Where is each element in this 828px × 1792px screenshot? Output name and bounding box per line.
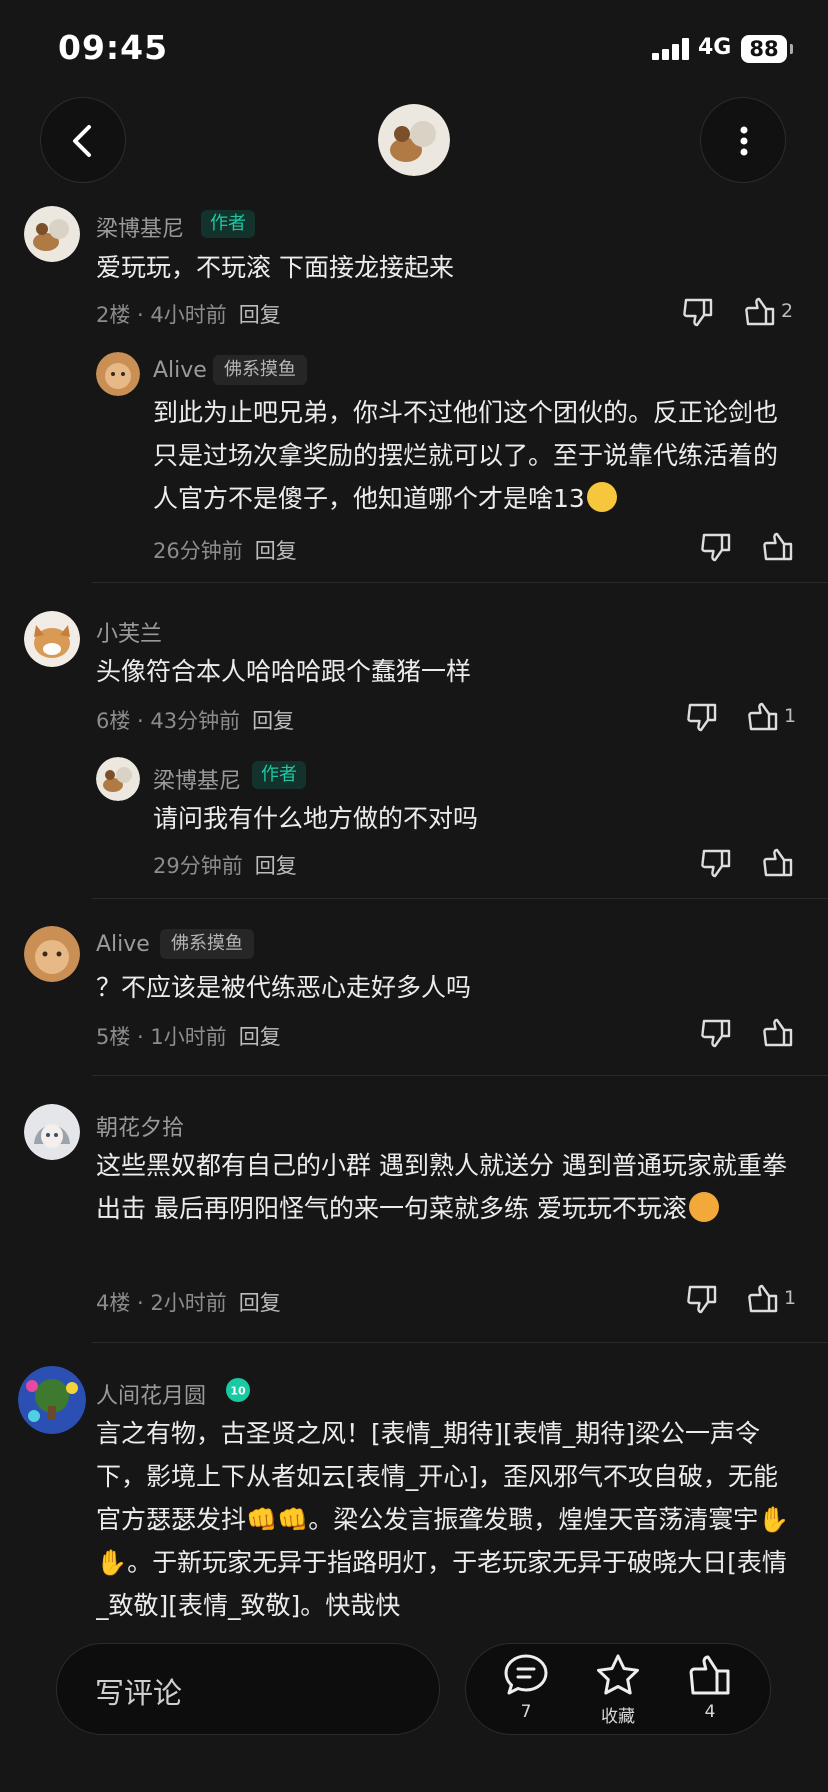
commenter-name[interactable]: 梁博基尼 [96,211,184,243]
status-bar: 09:45 4G 88 [0,0,828,90]
commenter-name[interactable]: 小芙兰 [96,616,162,648]
thumb-up-icon[interactable] [760,1015,796,1051]
comment-text: 这些黑奴都有自己的小群 遇到熟人就送分 遇到普通玩家就重拳出击 最后再阴阳怪气的… [96,1151,787,1223]
comment-text: ？不应该是被代练恶心走好多人吗 [96,973,472,1002]
like-count: 4 [704,1702,716,1722]
thumb-down-icon[interactable] [684,1281,720,1317]
status-time: 09:45 [58,28,169,67]
comment-count: 7 [520,1702,532,1722]
floor-number: 4楼 [96,1291,131,1315]
comment-text: 爱玩玩，不玩滚 下面接龙接起来 [96,253,454,282]
comment-time: 43分钟前 [150,709,241,733]
avatar[interactable] [24,926,80,982]
divider [92,898,828,899]
signal-icon [652,38,690,60]
divider [92,1342,828,1343]
reply-meta: 26分钟前 回复 [153,535,297,565]
comment-time: 4小时前 [150,303,227,327]
reply-button[interactable]: 回复 [239,303,281,327]
thumb-up-icon[interactable] [760,529,796,565]
reply-time: 26分钟前 [153,539,243,563]
reply-meta: 29分钟前 回复 [153,850,297,880]
comment-meta: 4楼 · 2小时前 回复 [96,1291,281,1315]
floor-number: 2楼 [96,303,131,327]
commenter-name[interactable]: 朝花夕拾 [96,1110,184,1142]
smile-emoji [586,482,617,512]
commenter-name[interactable]: Alive [153,358,207,383]
write-comment-input[interactable]: 写评论 [56,1643,440,1735]
avatar[interactable] [24,1104,80,1160]
star-icon [597,1654,639,1695]
avatar[interactable] [96,757,140,801]
reply-time: 29分钟前 [153,854,243,878]
comment-text: 头像符合本人哈哈哈跟个蠢猪一样 [96,657,472,686]
action-bar: 7 收藏 4 [465,1643,771,1735]
commenter-name[interactable]: 梁博基尼 [153,763,241,795]
more-button[interactable] [700,97,786,183]
write-comment-placeholder: 写评论 [95,1676,183,1710]
reply-button[interactable]: 回复 [255,539,297,563]
thumb-up-icon [689,1655,730,1695]
author-badge: 作者 [201,210,255,238]
comment-meta: 6楼 · 43分钟前 回复 [96,709,295,733]
favorite-button[interactable]: 收藏 [578,1652,658,1727]
comment-meta: 2楼 · 4小时前 回复 [96,303,281,327]
back-button[interactable] [40,97,126,183]
favorite-label: 收藏 [601,1707,635,1727]
more-vert-icon [740,126,748,156]
user-tag-badge: 佛系摸鱼 [160,929,254,959]
avatar[interactable] [18,1366,86,1434]
reply-button[interactable]: 回复 [255,854,297,878]
comment-time: 2小时前 [150,1291,227,1315]
battery-icon: 88 [741,35,793,63]
thumb-up-icon[interactable] [760,845,796,881]
thumb-up-icon[interactable] [745,1281,781,1317]
commenter-name[interactable]: 人间花月圆 [96,1378,206,1410]
divider [92,582,828,583]
reply-text: 到此为止吧兄弟，你斗不过他们这个团伙的。反正论剑也只是过场次拿奖励的摆烂就可以了… [153,398,779,513]
commenter-name[interactable]: Alive [96,932,150,957]
thumb-down-icon[interactable] [698,1015,734,1051]
avatar[interactable] [24,611,80,667]
thumb-down-icon[interactable] [684,699,720,735]
back-arrow-icon [73,125,91,157]
divider [92,1075,828,1076]
thumb-down-icon[interactable] [698,529,734,565]
reply-button[interactable]: 回复 [239,1025,281,1049]
reply-text: 请问我有什么地方做的不对吗 [153,804,479,833]
thumb-down-icon[interactable] [698,845,734,881]
comment-button[interactable]: 7 [486,1652,566,1722]
reply-button[interactable]: 回复 [239,1291,281,1315]
thumb-down-icon[interactable] [680,294,716,330]
post-author-avatar[interactable] [378,104,450,176]
user-tag-badge: 佛系摸鱼 [213,355,307,385]
svg-text:10: 10 [230,1385,246,1398]
comment-text: 言之有物，古圣贤之风！[表情_期待][表情_期待]梁公一声令下，影境上下从者如云… [96,1419,790,1620]
like-count: 1 [784,705,797,727]
comment-time: 1小时前 [150,1025,227,1049]
shy-emoji [688,1192,719,1222]
author-badge: 作者 [252,761,306,789]
avatar[interactable] [24,206,80,262]
like-count: 1 [784,1287,797,1309]
thumb-up-icon[interactable] [745,699,781,735]
reply-button[interactable]: 回复 [252,709,294,733]
avatar[interactable] [96,352,140,396]
like-button[interactable]: 4 [670,1652,750,1722]
level-badge-icon: 10 [226,1378,250,1402]
floor-number: 5楼 [96,1025,131,1049]
thumb-up-icon[interactable] [742,294,778,330]
comment-bubble-icon [504,1654,548,1695]
comment-meta: 5楼 · 1小时前 回复 [96,1025,281,1049]
floor-number: 6楼 [96,709,131,733]
network-type: 4G [698,35,732,60]
like-count: 2 [781,300,794,322]
